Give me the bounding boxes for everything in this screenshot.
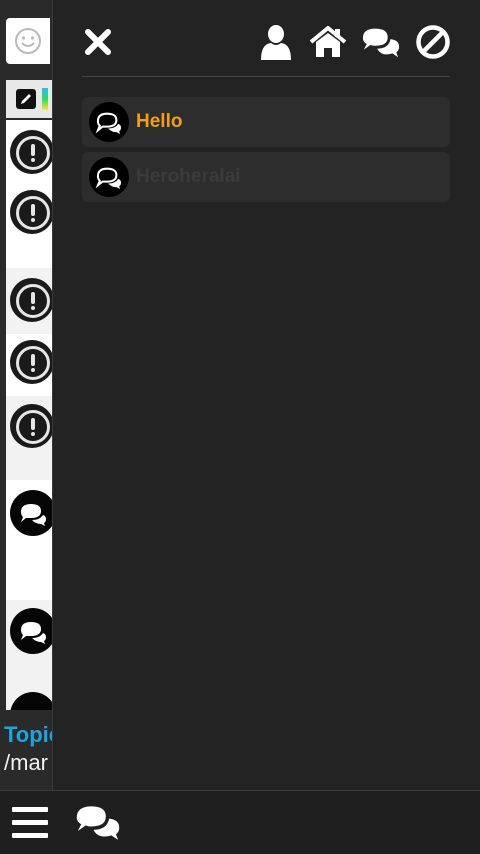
pencil-icon[interactable] [16,89,36,109]
topic-path: /mar [4,750,48,775]
rooms-drawer: Hello Heroheralai [52,0,480,790]
home-icon [309,26,347,57]
compose-toolbar [6,80,52,118]
color-picker[interactable] [42,88,48,110]
chats-icon [362,28,400,58]
chats-button[interactable] [74,803,122,843]
chat-avatar-icon [10,608,52,654]
list-item [6,600,52,710]
chats-icon [76,806,120,840]
home-button[interactable] [308,22,348,62]
list-item [6,480,52,600]
close-button[interactable] [78,22,118,62]
alert-icon [10,130,52,174]
room-name: Hello [136,111,183,132]
background-chat-panel: Topic /mar [0,0,61,790]
room-item-hello[interactable]: Hello [82,97,450,147]
room-name: Heroheralai [136,166,241,187]
hamburger-menu-icon [12,807,48,812]
room-list: Hello Heroheralai [82,97,450,207]
emoji-button[interactable] [6,18,50,64]
close-icon [85,29,111,55]
alert-icon [10,190,52,234]
bottom-bar [0,790,480,854]
header-divider [82,76,450,77]
list-item [6,120,52,182]
chat-avatar-icon [89,102,129,142]
chat-avatar-icon [10,490,52,536]
drawer-header [53,0,480,76]
alert-icon [10,404,52,448]
block-icon [416,25,450,59]
message-list [6,120,52,710]
block-button[interactable] [413,22,453,62]
user-icon [261,25,291,60]
list-item [6,396,52,480]
profile-button[interactable] [256,22,296,62]
chat-avatar-icon [10,692,52,710]
room-item-heroheralai[interactable]: Heroheralai [82,152,450,202]
alert-icon [10,278,52,322]
list-item [6,268,52,334]
alert-icon [10,340,52,384]
chats-button[interactable] [361,22,401,62]
list-item [6,334,52,396]
list-item [6,182,52,268]
smiley-icon [15,28,41,54]
hamburger-menu-button[interactable] [12,805,50,841]
chat-avatar-icon [89,157,129,197]
